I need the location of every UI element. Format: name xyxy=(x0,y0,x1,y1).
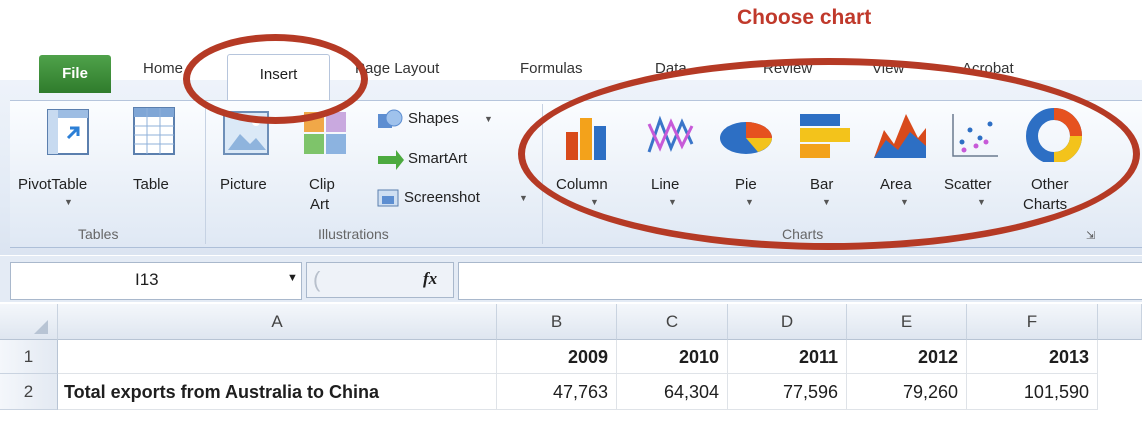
choose-chart-annotation: Choose chart xyxy=(737,6,872,29)
shapes-icon[interactable] xyxy=(376,108,404,137)
smartart-icon[interactable] xyxy=(376,148,406,177)
pie-chart-icon[interactable] xyxy=(718,116,774,161)
formula-controls: ( fx xyxy=(306,262,454,298)
column-header-b[interactable]: B xyxy=(497,304,617,340)
bar-chart-label[interactable]: Bar xyxy=(810,176,833,193)
screenshot-dropdown-icon[interactable]: ▼ xyxy=(519,193,528,203)
tab-review[interactable]: Review xyxy=(763,60,812,77)
other-charts-icon[interactable] xyxy=(1026,108,1082,167)
cell-a1[interactable] xyxy=(58,340,497,374)
cell-c2[interactable]: 64,304 xyxy=(617,374,728,410)
picture-label[interactable]: Picture xyxy=(220,176,267,193)
cell-f2[interactable]: 101,590 xyxy=(967,374,1098,410)
column-header-f[interactable]: F xyxy=(967,304,1098,340)
clip-art-label-2[interactable]: Art xyxy=(310,196,329,213)
column-header-d[interactable]: D xyxy=(728,304,847,340)
cell-a2[interactable]: Total exports from Australia to China xyxy=(58,374,497,410)
illustrations-group-label: Illustrations xyxy=(318,226,389,242)
tab-home[interactable]: Home xyxy=(143,60,183,77)
other-charts-label-1[interactable]: Other xyxy=(1031,176,1069,193)
column-header-e[interactable]: E xyxy=(847,304,967,340)
scatter-chart-label[interactable]: Scatter xyxy=(944,176,992,193)
bar-chart-icon[interactable] xyxy=(798,110,852,167)
scatter-dropdown-icon[interactable]: ▼ xyxy=(977,197,986,207)
bar-dropdown-icon[interactable]: ▼ xyxy=(822,197,831,207)
other-charts-label-2[interactable]: Charts xyxy=(1023,196,1067,213)
tab-page-layout[interactable]: Page Layout xyxy=(355,60,439,77)
pivottable-icon[interactable] xyxy=(46,108,92,163)
line-chart-label[interactable]: Line xyxy=(651,176,679,193)
tab-formulas[interactable]: Formulas xyxy=(520,60,583,77)
area-chart-label[interactable]: Area xyxy=(880,176,912,193)
tab-view[interactable]: View xyxy=(872,60,904,77)
dialog-launcher-icon[interactable]: ⇲ xyxy=(1086,229,1095,242)
pie-chart-label[interactable]: Pie xyxy=(735,176,757,193)
pie-dropdown-icon[interactable]: ▼ xyxy=(745,197,754,207)
column-header-c[interactable]: C xyxy=(617,304,728,340)
cell-c1[interactable]: 2010 xyxy=(617,340,728,374)
area-dropdown-icon[interactable]: ▼ xyxy=(900,197,909,207)
tables-group-label: Tables xyxy=(78,226,119,242)
name-box-value: I13 xyxy=(135,270,159,289)
table-icon[interactable] xyxy=(132,106,178,163)
insert-function-icon[interactable]: fx xyxy=(423,269,437,289)
shapes-dropdown-icon[interactable]: ▼ xyxy=(484,114,493,124)
cell-b2[interactable]: 47,763 xyxy=(497,374,617,410)
group-separator xyxy=(542,104,543,244)
table-label[interactable]: Table xyxy=(133,176,169,193)
column-dropdown-icon[interactable]: ▼ xyxy=(590,197,599,207)
shapes-label[interactable]: Shapes xyxy=(408,110,459,127)
group-separator xyxy=(205,104,206,244)
scatter-chart-icon[interactable] xyxy=(950,112,1000,163)
screenshot-icon[interactable] xyxy=(376,188,402,215)
tab-file[interactable]: File xyxy=(39,55,111,93)
cell-e2[interactable]: 79,260 xyxy=(847,374,967,410)
clip-art-icon[interactable] xyxy=(302,110,350,163)
screenshot-label[interactable]: Screenshot xyxy=(404,189,480,206)
charts-group-label: Charts xyxy=(782,226,824,242)
pivottable-label[interactable]: PivotTable xyxy=(18,176,87,193)
smartart-label[interactable]: SmartArt xyxy=(408,150,467,167)
select-all-corner[interactable] xyxy=(0,304,58,340)
cell-b1[interactable]: 2009 xyxy=(497,340,617,374)
column-chart-icon[interactable] xyxy=(562,110,614,167)
cell-d1[interactable]: 2011 xyxy=(728,340,847,374)
clip-art-label-1[interactable]: Clip xyxy=(309,176,335,193)
formula-input[interactable] xyxy=(458,262,1142,300)
line-dropdown-icon[interactable]: ▼ xyxy=(668,197,677,207)
name-box-dropdown-icon[interactable]: ▼ xyxy=(287,272,298,284)
tab-insert[interactable]: Insert xyxy=(227,54,330,103)
row-header-2[interactable]: 2 xyxy=(0,374,58,410)
cell-d2[interactable]: 77,596 xyxy=(728,374,847,410)
tab-acrobat[interactable]: Acrobat xyxy=(962,60,1014,77)
pivottable-dropdown-icon[interactable]: ▼ xyxy=(64,197,73,207)
area-chart-icon[interactable] xyxy=(872,110,928,165)
formula-separator-icon: ( xyxy=(313,267,321,292)
column-chart-label[interactable]: Column xyxy=(556,176,608,193)
cell-e1[interactable]: 2012 xyxy=(847,340,967,374)
column-header-a[interactable]: A xyxy=(58,304,497,340)
cell-f1[interactable]: 2013 xyxy=(967,340,1098,374)
row-header-1[interactable]: 1 xyxy=(0,340,58,374)
tab-data[interactable]: Data xyxy=(655,60,687,77)
column-header-partial[interactable] xyxy=(1098,304,1142,340)
picture-icon[interactable] xyxy=(222,110,272,163)
line-chart-icon[interactable] xyxy=(646,112,696,163)
name-box[interactable]: I13 ▼ xyxy=(10,262,302,300)
